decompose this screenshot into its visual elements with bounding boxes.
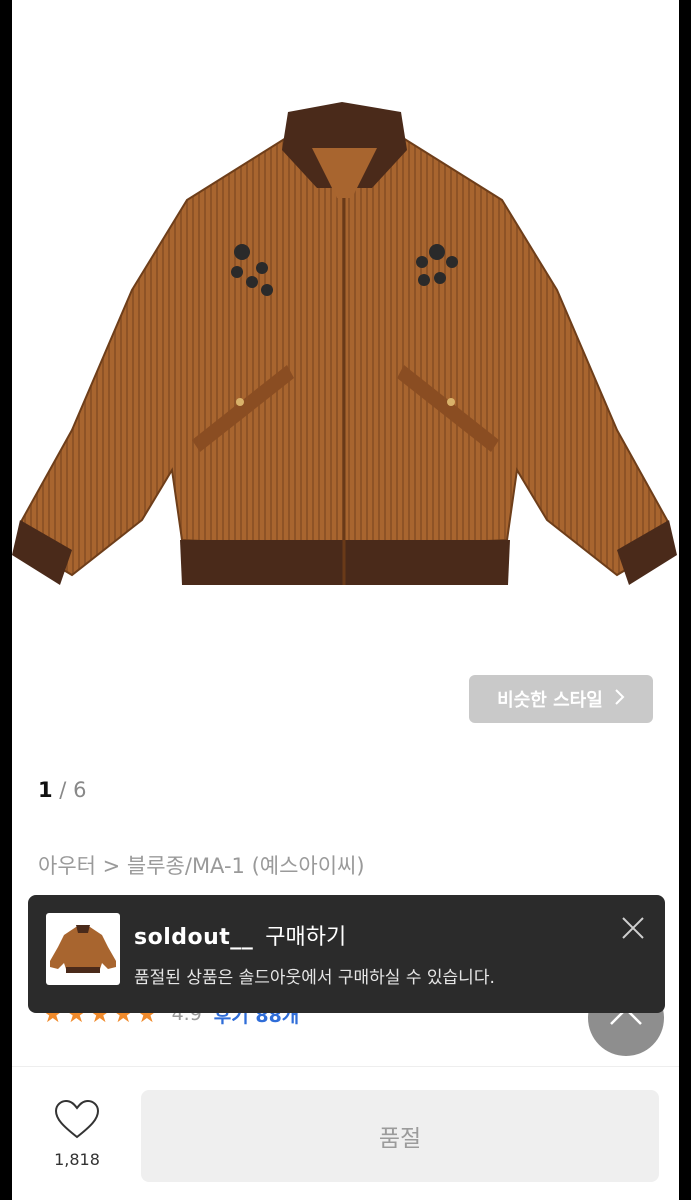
toast-title-text: 구매하기 [265, 925, 347, 950]
like-button[interactable]: 1,818 [42, 1098, 112, 1169]
jacket-illustration [12, 102, 677, 585]
toast-description: 품절된 상품은 솔드아웃에서 구매하실 수 있습니다. [134, 968, 495, 988]
toast-brand: soldout__ [134, 925, 254, 950]
breadcrumb[interactable]: 아우터 > 블루종/MA-1 (예스아이씨) [38, 850, 365, 880]
close-icon[interactable] [620, 915, 646, 941]
similar-style-label: 비슷한 스타일 [497, 690, 603, 711]
product-image[interactable] [12, 0, 679, 660]
heart-icon [53, 1099, 101, 1144]
soldout-toast[interactable]: soldout__ 구매하기 품절된 상품은 솔드아웃에서 구매하실 수 있습니… [28, 895, 665, 1013]
toast-title: soldout__ 구매하기 [134, 919, 346, 951]
image-pager: 1 / 6 [38, 778, 86, 802]
soldout-button[interactable]: 품절 [141, 1090, 659, 1182]
toast-product-thumbnail [46, 913, 120, 985]
pager-total: 6 [73, 778, 87, 802]
divider [12, 1066, 679, 1067]
like-count: 1,818 [54, 1150, 100, 1169]
pager-separator: / [52, 778, 74, 802]
app-screen: 비슷한 스타일 1 / 6 아우터 > 블루종/MA-1 (예스아이씨) ★★★… [12, 0, 679, 1200]
pager-current: 1 [38, 778, 53, 802]
similar-style-button[interactable]: 비슷한 스타일 [469, 675, 653, 723]
chevron-right-icon [613, 688, 625, 711]
